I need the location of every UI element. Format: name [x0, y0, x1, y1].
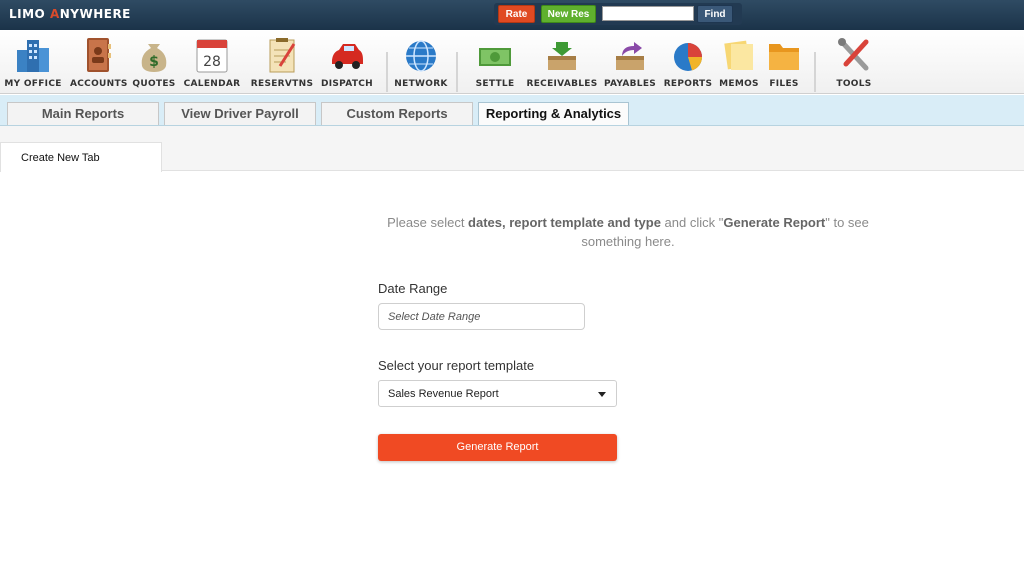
tab-view-driver-payroll[interactable]: View Driver Payroll [164, 102, 316, 125]
inbox-icon [548, 42, 576, 70]
toolbar-files[interactable]: FILES [764, 32, 804, 92]
top-header-bar: LIMO ANYWHERE Rate New Res Find [0, 0, 1024, 30]
svg-text:28: 28 [203, 54, 221, 70]
date-range-input[interactable]: Select Date Range [378, 303, 585, 330]
toolbar-label: MEMOS [719, 79, 759, 89]
memo-notes-icon [724, 40, 753, 70]
money-bag-icon: $ [141, 44, 167, 72]
pie-chart-icon [674, 43, 702, 71]
toolbar-payables[interactable]: PAYABLES [602, 32, 658, 92]
folder-icon [769, 44, 799, 70]
cash-icon [479, 48, 511, 66]
toolbar-settle[interactable]: SETTLE [468, 32, 522, 92]
caret-down-icon [598, 392, 606, 397]
toolbar-label: ACCOUNTS [70, 79, 128, 89]
toolbar-dispatch[interactable]: DISPATCH [318, 32, 376, 92]
tab-main-reports[interactable]: Main Reports [7, 102, 159, 125]
find-button[interactable]: Find [697, 5, 733, 23]
red-car-icon [332, 44, 363, 69]
office-buildings-icon [17, 40, 49, 72]
toolbar-divider [814, 52, 816, 92]
report-template-label: Select your report template [378, 358, 535, 373]
toolbar-label: TOOLS [836, 79, 872, 89]
toolbar-label: REPORTS [663, 79, 713, 89]
toolbar-label: SETTLE [475, 79, 515, 89]
globe-icon [406, 40, 436, 72]
tab-reporting-analytics[interactable]: Reporting & Analytics [478, 102, 629, 125]
wrench-screwdriver-icon [838, 38, 869, 71]
toolbar-receivables[interactable]: RECEIVABLES [526, 32, 598, 92]
svg-text:$: $ [149, 54, 159, 70]
toolbar-my-office[interactable]: MY OFFICE [2, 32, 64, 92]
limo-anywhere-logo[interactable]: LIMO ANYWHERE [9, 7, 131, 21]
toolbar-label: QUOTES [132, 79, 176, 89]
toolbar-tools[interactable]: TOOLS [828, 32, 880, 92]
new-res-button[interactable]: New Res [541, 5, 596, 23]
toolbar-label: PAYABLES [603, 79, 657, 89]
toolbar-label: CALENDAR [183, 79, 241, 89]
rate-button[interactable]: Rate [498, 5, 535, 23]
outbox-icon [616, 42, 644, 70]
date-range-label: Date Range [378, 281, 448, 296]
main-toolbar: MY OFFICE ACCOUNTS $ QUOTES 28 CALENDAR … [0, 30, 1024, 94]
notepad-icon [269, 38, 296, 73]
toolbar-label: MY OFFICE [4, 79, 62, 89]
selected-template: Sales Revenue Report [388, 388, 499, 400]
empty-state-prompt: Please select dates, report template and… [387, 215, 869, 249]
toolbar-network[interactable]: NETWORK [394, 32, 448, 92]
toolbar-label: RECEIVABLES [526, 79, 598, 89]
report-tabs-bar: Main Reports View Driver Payroll Custom … [0, 95, 1024, 126]
toolbar-accounts[interactable]: ACCOUNTS [70, 32, 128, 92]
search-input[interactable] [602, 6, 694, 21]
calendar-icon: 28 [196, 39, 228, 73]
toolbar-reports[interactable]: REPORTS [662, 32, 714, 92]
toolbar-label: DISPATCH [320, 79, 373, 89]
tab-custom-reports[interactable]: Custom Reports [321, 102, 473, 125]
toolbar-label: NETWORK [394, 79, 448, 89]
toolbar-divider [386, 52, 388, 92]
report-template-select[interactable]: Sales Revenue Report [378, 380, 617, 407]
generate-report-button[interactable]: Generate Report [378, 434, 617, 461]
create-new-tab[interactable]: Create New Tab [0, 142, 162, 172]
toolbar-calendar[interactable]: 28 CALENDAR [182, 32, 242, 92]
address-book-icon [87, 38, 111, 72]
toolbar-memos[interactable]: MEMOS [716, 32, 762, 92]
toolbar-reservations[interactable]: RESERVTNS [250, 32, 314, 92]
toolbar-label: FILES [769, 79, 799, 89]
toolbar-divider [456, 52, 458, 92]
toolbar-label: RESERVTNS [250, 79, 314, 89]
toolbar-quotes[interactable]: $ QUOTES [130, 32, 178, 92]
